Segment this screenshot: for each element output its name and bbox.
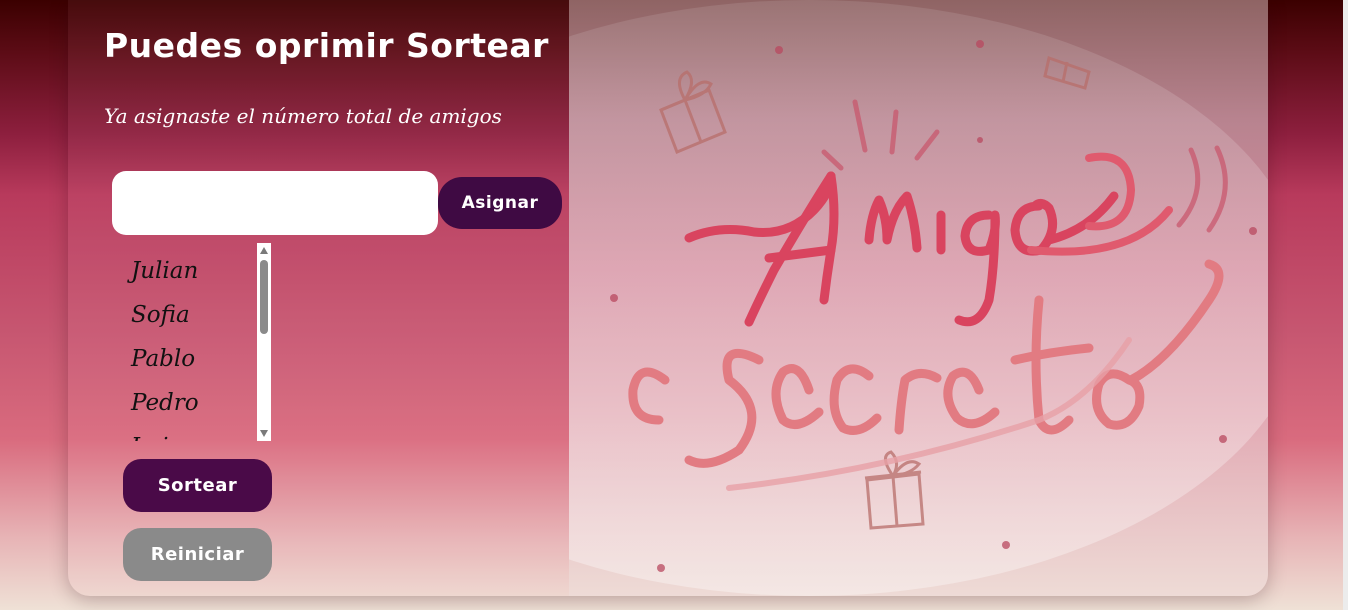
- friend-item: Luis: [131, 429, 199, 441]
- assign-button[interactable]: Asignar: [438, 177, 562, 229]
- friend-list-scrollbar[interactable]: [257, 243, 271, 441]
- hero-artwork: [569, 0, 1268, 596]
- scroll-down-arrow-icon[interactable]: [260, 430, 268, 437]
- friend-item: Pablo: [131, 346, 196, 372]
- page-title: Puedes oprimir Sortear: [104, 26, 549, 65]
- friend-item: Sofia: [131, 302, 190, 328]
- scroll-thumb[interactable]: [260, 260, 268, 334]
- draw-button[interactable]: Sortear: [123, 459, 272, 512]
- friend-item: Julian: [131, 258, 199, 284]
- friend-name-input[interactable]: [112, 171, 438, 235]
- hero-oval: [569, 0, 1268, 596]
- friend-item: Pedro: [131, 390, 199, 416]
- page-scrollbar[interactable]: [1343, 0, 1348, 610]
- scroll-up-arrow-icon[interactable]: [260, 247, 268, 254]
- friend-list-box[interactable]: Julian Sofia Pablo Pedro Luis: [123, 243, 273, 441]
- hero-illustration: [569, 0, 1268, 596]
- reset-button[interactable]: Reiniciar: [123, 528, 272, 581]
- main-card: Puedes oprimir Sortear Ya asignaste el n…: [68, 0, 1268, 596]
- status-message: Ya asignaste el número total de amigos: [104, 104, 502, 128]
- friend-list: Julian Sofia Pablo Pedro Luis: [131, 253, 199, 441]
